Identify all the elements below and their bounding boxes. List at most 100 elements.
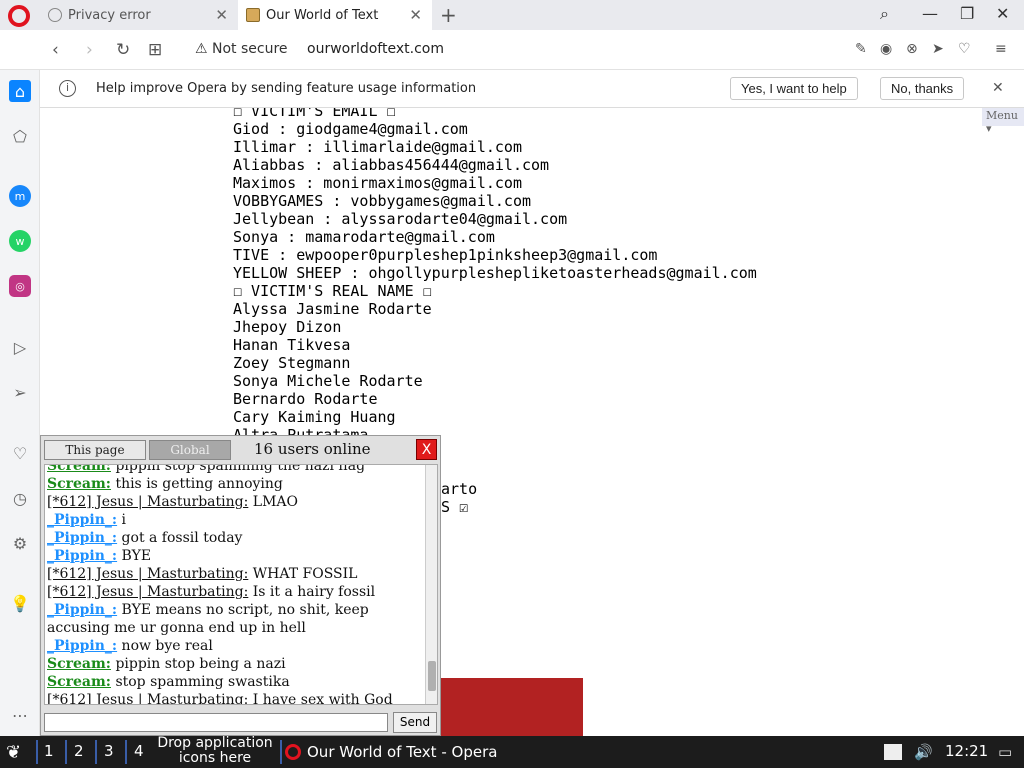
text-line: ☐ VICTIM'S EMAIL ☐ [233,108,396,120]
chat-message-text: got a fossil today [121,530,243,546]
chat-nickname[interactable]: _Pippin_: [47,638,117,654]
text-line: VOBBYGAMES : vobbygames@gmail.com [233,192,532,210]
chat-message-text: Is it a hairy fossil [252,584,376,600]
launcher-drop-zone[interactable]: Drop application icons here [153,736,277,766]
send-icon[interactable]: ➢ [9,381,31,403]
chat-message: [*612] Jesus | Masturbating: WHAT FOSSIL [47,565,425,583]
text-line: ☐ VICTIM'S REAL NAME ☐ [233,282,432,300]
chat-nickname[interactable]: Scream: [47,674,111,690]
scrollbar[interactable] [425,465,437,704]
opera-menu-icon[interactable] [8,5,30,27]
chat-nickname[interactable]: Scream: [47,656,111,672]
chat-nickname[interactable]: [*612] Jesus | Masturbating: [47,584,248,600]
volume-icon[interactable]: 🔊 [914,743,933,761]
taskbar-window-opera[interactable]: Our World of Text - Opera [285,740,497,764]
workspace-1[interactable]: 1 [44,742,54,760]
taskbar: ❦ 1 2 3 4 Drop application icons here Ou… [0,736,1024,768]
heart-icon[interactable]: ♡ [9,442,31,464]
tab-our-world-of-text[interactable]: Our World of Text ✕ [238,0,432,30]
back-icon[interactable]: ‹ [52,40,59,60]
chat-nickname[interactable]: _Pippin_: [47,530,117,546]
more-icon[interactable]: ⋯ [9,704,31,726]
chat-nickname[interactable]: [*612] Jesus | Masturbating: [47,692,248,704]
reload-icon[interactable]: ↻ [116,40,130,60]
chat-message: Scream: pippin stop spamming the nazi fl… [47,464,425,475]
workspace-3[interactable]: 3 [104,742,114,760]
messenger-icon[interactable]: m [9,185,31,207]
tab-global[interactable]: Global [149,440,231,460]
chat-message: [*612] Jesus | Masturbating: Is it a hai… [47,583,425,601]
send-button[interactable]: Send [393,712,437,733]
lightbulb-icon[interactable]: 💡 [9,592,31,614]
home-icon[interactable]: ⌂ [9,80,31,102]
tabs-grid-icon[interactable]: ⊞ [148,40,162,60]
text-line: YELLOW SHEEP : ohgollypurpleshepliketoas… [233,264,757,282]
easy-setup-icon[interactable]: ≡ [995,41,1007,57]
opera-icon [285,744,301,760]
window-title: Our World of Text - Opera [307,743,498,761]
chat-message: _Pippin_: now bye real [47,637,425,655]
tab-this-page[interactable]: This page [44,440,146,460]
accept-button[interactable]: Yes, I want to help [730,77,858,100]
new-tab-button[interactable]: + [440,3,457,27]
chat-nickname[interactable]: [*612] Jesus | Masturbating: [47,494,248,510]
menu-label: Menu [986,109,1018,122]
text-line: Bernardo Rodarte [233,390,378,408]
chat-nickname[interactable]: [*612] Jesus | Masturbating: [47,566,248,582]
player-icon[interactable]: ▷ [9,336,31,358]
close-window-button[interactable]: ✕ [996,4,1009,23]
network-icon[interactable]: ▭ [998,743,1012,761]
sidebar: ⌂ ⬠ m w ◎ ▷ ➢ ♡ ◷ ⚙ 💡 ⋯ [0,70,40,736]
chat-close-button[interactable]: X [416,439,437,460]
workspace-4[interactable]: 4 [134,742,144,760]
settings-icon[interactable]: ⚙ [9,532,31,554]
text-line: Jhepoy Dizon [233,318,342,336]
speed-dial-icon[interactable]: ⬠ [9,125,31,147]
tray-window-icon[interactable] [884,744,902,760]
tab-privacy-error[interactable]: Privacy error ✕ [40,0,238,30]
history-icon[interactable]: ◷ [9,487,31,509]
forward-icon[interactable]: › [86,40,93,60]
maximize-button[interactable]: ❐ [960,4,974,23]
chat-log[interactable]: Scream: pippin stop spamming the nazi fl… [44,464,438,705]
text-line: Cary Kaiming Huang [233,408,396,426]
chat-nickname[interactable]: _Pippin_: [47,602,117,618]
chat-message: Scream: this is getting annoying [47,475,425,493]
workspace-2[interactable]: 2 [74,742,84,760]
whatsapp-icon[interactable]: w [9,230,31,252]
decline-button[interactable]: No, thanks [880,77,965,100]
tab-search-icon[interactable]: ⌕ [880,4,889,24]
heart-icon[interactable]: ♡ [958,41,971,57]
camera-icon[interactable]: ◉ [880,41,892,57]
url-field[interactable]: ourworldoftext.com [307,41,444,57]
chat-message: _Pippin_: BYE [47,547,425,565]
chat-nickname[interactable]: _Pippin_: [47,548,117,564]
security-indicator[interactable]: ⚠ Not secure [195,41,288,57]
start-menu-icon[interactable]: ❦ [6,742,21,763]
edit-icon[interactable]: ✎ [855,41,867,57]
close-tab-icon[interactable]: ✕ [215,6,228,24]
text-line: arto [441,480,478,498]
send-icon[interactable]: ➤ [932,41,944,57]
chat-nickname[interactable]: Scream: [47,476,111,492]
minimize-button[interactable]: — [922,4,938,23]
chat-nickname[interactable]: Scream: [47,465,111,474]
close-tab-icon[interactable]: ✕ [409,6,422,24]
scrollbar-thumb[interactable] [428,661,436,691]
chat-message-text: pippin stop spamming the nazi flag [115,464,366,474]
chat-nickname[interactable]: _Pippin_: [47,512,117,528]
drop-text: icons here [178,750,252,766]
close-icon[interactable]: ✕ [992,80,1004,96]
chat-message-text: this is getting annoying [115,476,283,492]
chat-message-text: pippin stop being a nazi [115,656,286,672]
security-label: Not secure [212,41,288,57]
text-line: Hanan Tikvesa [233,336,351,354]
menu-button[interactable]: Menu ▾ [982,108,1024,135]
instagram-icon[interactable]: ◎ [9,275,31,297]
chat-message: _Pippin_: i [47,511,425,529]
ad-block-icon[interactable]: ⊗ [906,41,918,57]
clock[interactable]: 12:21 [945,742,988,760]
workspace-divider [36,740,38,764]
chat-input[interactable] [44,713,388,732]
address-bar: ‹ › ↻ ⊞ ⚠ Not secure ourworldoftext.com … [0,30,1024,70]
